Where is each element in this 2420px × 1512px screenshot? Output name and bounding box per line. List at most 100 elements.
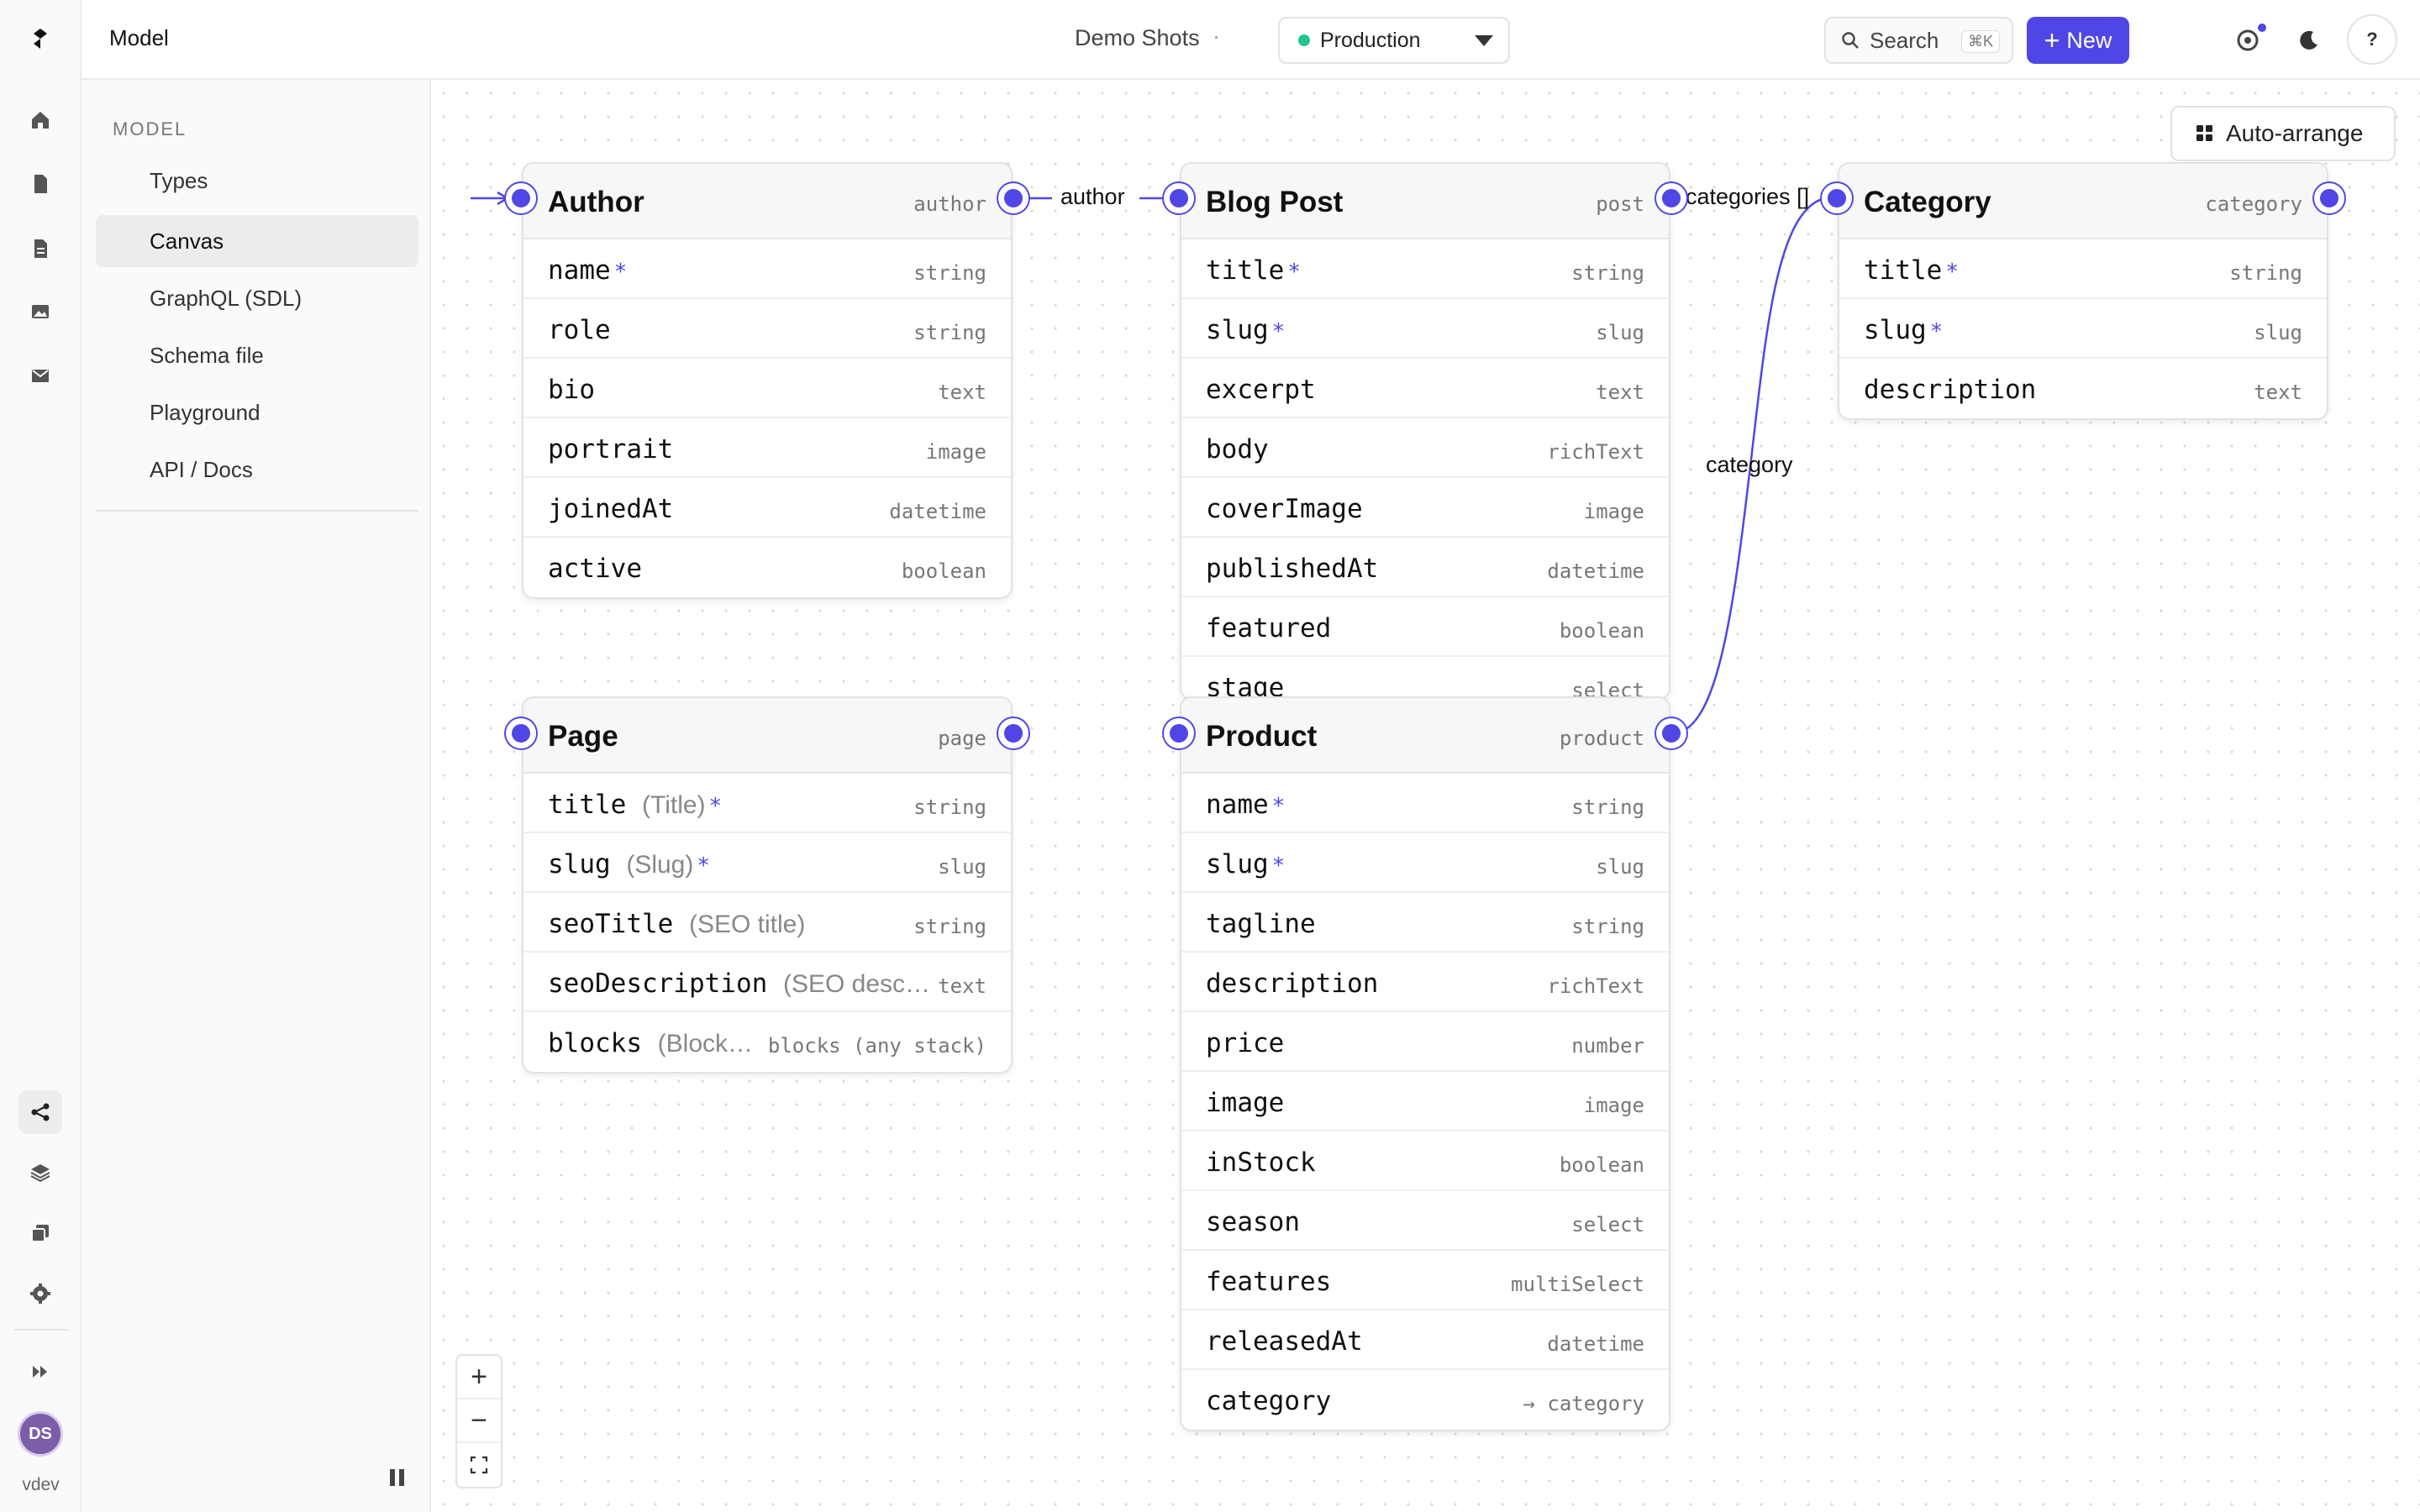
field-row[interactable]: coverImage image <box>1181 478 1669 538</box>
field-row[interactable]: joinedAt datetime <box>523 478 1011 538</box>
field-row[interactable]: seoTitle (SEO title) string <box>523 893 1011 953</box>
field-row[interactable]: featured boolean <box>1181 597 1669 657</box>
field-type: image <box>925 440 986 464</box>
field-row[interactable]: seoDescription (SEO desc… text <box>523 953 1011 1012</box>
page-output-handle[interactable] <box>998 718 1028 748</box>
field-row[interactable]: active boolean <box>523 538 1011 597</box>
required-marker: * <box>1929 319 1944 344</box>
field-type: text <box>2254 381 2302 404</box>
field-row[interactable]: name * string <box>523 239 1011 299</box>
field-name: slug <box>1206 315 1269 345</box>
field-name: name <box>548 255 611 286</box>
field-row[interactable]: slug * slug <box>1181 299 1669 359</box>
field-type: datetime <box>1547 559 1644 583</box>
field-type: boolean <box>1559 619 1644 643</box>
field-row[interactable]: publishedAt datetime <box>1181 538 1669 597</box>
product-output-handle[interactable] <box>1656 718 1686 748</box>
field-row[interactable]: title * string <box>1839 239 2327 299</box>
fit-view-button[interactable] <box>457 1443 501 1487</box>
required-marker: * <box>708 794 723 819</box>
field-name: category <box>1206 1386 1332 1416</box>
node-title: Product <box>1206 720 1318 753</box>
field-row[interactable]: inStock boolean <box>1181 1131 1669 1191</box>
author-output-handle[interactable] <box>998 183 1028 213</box>
field-name: featured <box>1206 613 1332 643</box>
field-row[interactable]: season select <box>1181 1191 1669 1251</box>
field-name: coverImage <box>1206 494 1363 524</box>
fit-view-icon <box>470 1456 488 1474</box>
field-type: string <box>913 795 986 819</box>
field-row[interactable]: description text <box>1839 359 2327 418</box>
page-input-handle[interactable] <box>506 718 536 748</box>
required-marker: * <box>1287 260 1301 285</box>
model-node-category[interactable]: Category category title * string slug * slug … <box>1838 162 2328 420</box>
field-row[interactable]: slug * slug <box>1839 299 2327 359</box>
field-label: (Slug) <box>626 851 694 879</box>
category-input-handle[interactable] <box>1822 183 1852 213</box>
field-name: releasedAt <box>1206 1326 1363 1357</box>
field-row[interactable]: body richText <box>1181 418 1669 478</box>
field-type: slug <box>2254 321 2302 344</box>
required-marker: * <box>613 260 628 285</box>
model-node-product[interactable]: Product product name * string slug * slug tag… <box>1180 696 1670 1431</box>
field-row[interactable]: title * string <box>1181 239 1669 299</box>
field-name: seoDescription <box>548 969 768 999</box>
node-api-id: author <box>913 192 986 216</box>
field-row[interactable]: role string <box>523 299 1011 359</box>
zoom-out-button[interactable]: − <box>457 1399 501 1443</box>
field-row[interactable]: stage select <box>1181 657 1669 698</box>
field-name: portrait <box>548 434 674 465</box>
blog-post-output-handle[interactable] <box>1656 183 1686 213</box>
field-row[interactable]: category → category <box>1181 1370 1669 1430</box>
category-output-handle[interactable] <box>2314 183 2344 213</box>
field-row[interactable]: bio text <box>523 359 1011 418</box>
required-marker: * <box>1271 319 1286 344</box>
field-row[interactable]: tagline string <box>1181 893 1669 953</box>
field-row[interactable]: releasedAt datetime <box>1181 1310 1669 1370</box>
field-row[interactable]: excerpt text <box>1181 359 1669 418</box>
model-node-page[interactable]: Page page title (Title) * string slug (Slug… <box>522 696 1013 1074</box>
blog-post-input-handle[interactable] <box>1164 183 1194 213</box>
field-row[interactable]: features multiSelect <box>1181 1251 1669 1310</box>
field-label: (Block… <box>657 1030 754 1058</box>
field-label: (SEO title) <box>688 911 806 938</box>
field-row[interactable]: price number <box>1181 1012 1669 1072</box>
field-name: body <box>1206 434 1269 465</box>
field-name: inStock <box>1206 1147 1316 1178</box>
field-type: string <box>1571 915 1644 938</box>
field-row[interactable]: slug (Slug) * slug <box>523 833 1011 893</box>
field-name: description <box>1864 375 2037 405</box>
field-name: name <box>1206 790 1269 820</box>
field-type: boolean <box>1559 1153 1644 1177</box>
field-row[interactable]: image image <box>1181 1072 1669 1131</box>
node-api-id: product <box>1559 727 1644 750</box>
field-row[interactable]: name * string <box>1181 774 1669 833</box>
product-input-handle[interactable] <box>1164 718 1194 748</box>
field-type: slug <box>1596 321 1644 344</box>
field-type: string <box>2229 261 2302 285</box>
field-name: publishedAt <box>1206 554 1379 584</box>
field-name: slug <box>1864 315 1927 345</box>
auto-arrange-button[interactable]: Auto-arrange <box>2170 106 2396 161</box>
field-type: image <box>1583 1094 1644 1117</box>
field-row[interactable]: blocks (Block… blocks (any stack) <box>523 1012 1011 1072</box>
field-name: active <box>548 554 642 584</box>
auto-arrange-label: Auto-arrange <box>2226 120 2364 146</box>
field-type: string <box>913 915 986 938</box>
field-row[interactable]: slug * slug <box>1181 833 1669 893</box>
required-marker: * <box>1271 853 1286 879</box>
model-node-blog-post[interactable]: Blog Post post title * string slug * slug exc… <box>1180 162 1670 700</box>
field-row[interactable]: description richText <box>1181 953 1669 1012</box>
author-input-handle[interactable] <box>506 183 536 213</box>
field-type: richText <box>1547 974 1644 998</box>
node-api-id: category <box>2205 192 2302 216</box>
field-row[interactable]: title (Title) * string <box>523 774 1011 833</box>
field-type: string <box>913 261 986 285</box>
zoom-controls: + − <box>455 1354 502 1488</box>
zoom-in-button[interactable]: + <box>457 1356 501 1399</box>
field-name: slug <box>548 849 611 879</box>
field-type: blocks (any stack) <box>767 1034 986 1058</box>
field-row[interactable]: portrait image <box>523 418 1011 478</box>
model-node-author[interactable]: Author author name * string role string bio t… <box>522 162 1013 599</box>
node-title: Author <box>548 186 644 218</box>
